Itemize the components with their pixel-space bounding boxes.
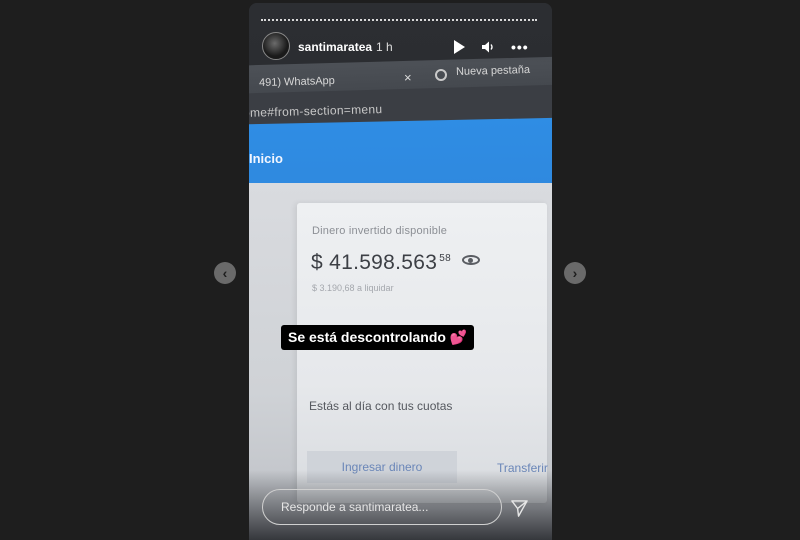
previous-story-button[interactable]: ‹ (214, 262, 236, 284)
top-shade (249, 3, 552, 63)
site-header (249, 117, 552, 191)
cuotas-status: Estás al día con tus cuotas (309, 399, 453, 413)
story-time: 1 h (376, 40, 393, 54)
story-progress-bar (261, 19, 537, 21)
chrome-icon (435, 69, 447, 81)
new-tab-label: Nueva pestaña (455, 63, 531, 79)
balance-amount-main: $ 41.598.563 (311, 251, 438, 274)
browser-tab-title: 491) WhatsApp (258, 74, 335, 90)
play-icon[interactable] (454, 40, 465, 54)
volume-icon[interactable] (481, 40, 495, 54)
reply-input[interactable]: Responde a santimaratea... (262, 489, 502, 525)
balance-label: Dinero invertido disponible (312, 225, 448, 237)
balance-amount: $ 41.598.563 58 (311, 251, 451, 275)
balance-amount-cents: 58 (439, 253, 451, 264)
tab-close-icon: × (404, 70, 412, 85)
story-viewer: 491) WhatsApp × Nueva pestaña ome#from-s… (249, 3, 552, 540)
next-story-button[interactable]: › (564, 262, 586, 284)
avatar[interactable] (262, 32, 290, 60)
more-options-icon[interactable]: ••• (511, 39, 529, 55)
pending-amount: $ 3.190,68 a liquidar (312, 283, 394, 293)
site-header-title: Inicio (249, 151, 283, 166)
send-icon[interactable] (510, 499, 529, 518)
story-photo: 491) WhatsApp × Nueva pestaña ome#from-s… (249, 3, 552, 540)
eye-icon (462, 255, 480, 265)
story-username[interactable]: santimaratea (298, 40, 372, 54)
story-caption: Se está descontrolando 💕 (281, 325, 475, 350)
